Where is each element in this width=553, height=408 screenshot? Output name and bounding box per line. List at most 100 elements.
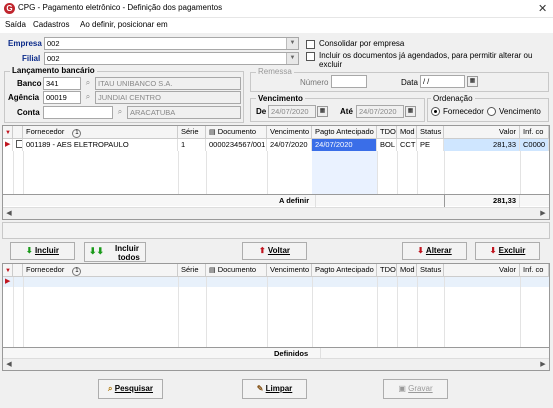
menu-saida[interactable]: Saída — [5, 20, 26, 29]
grid-check-header — [13, 264, 23, 277]
incluir-button[interactable]: ⬇ Incluir — [10, 242, 75, 260]
window-title: CPG - Pagamento eletrônico - Definição d… — [18, 3, 223, 12]
de-field[interactable]: 24/07/2020 — [268, 105, 316, 118]
pesquisar-button[interactable]: ⌕ Pesquisar — [98, 379, 163, 399]
empresa-label: Empresa — [8, 39, 42, 48]
ordenacao-legend: Ordenação — [431, 94, 475, 103]
search-icon: ⌕ — [108, 384, 113, 393]
col-tdo[interactable]: TDO — [377, 264, 397, 277]
save-icon: ▣ — [398, 384, 406, 393]
remessa-legend: Remessa — [256, 67, 294, 76]
calendar-icon[interactable]: ▦ — [317, 106, 328, 117]
voltar-button[interactable]: ⬆ Voltar — [242, 242, 307, 260]
col-documento[interactable]: ▤ Documento — [206, 264, 267, 277]
col-tdo[interactable]: TDO — [377, 126, 397, 139]
filial-select[interactable]: 002 ▼ — [44, 52, 299, 65]
chevron-down-icon[interactable]: ▼ — [286, 38, 298, 49]
horizontal-scrollbar[interactable]: ◀ ▶ — [3, 207, 549, 219]
scroll-right-icon[interactable]: ▶ — [537, 208, 549, 219]
scroll-left-icon[interactable]: ◀ — [3, 208, 15, 219]
binoculars-icon[interactable]: ⌕ — [82, 77, 94, 89]
double-arrow-down-icon: ⬇⬇ — [89, 246, 105, 256]
app-icon: G — [4, 3, 15, 14]
limpar-button[interactable]: ✎ Limpar — [242, 379, 307, 399]
cell-vencimento: 24/07/2020 — [267, 139, 312, 151]
arrow-up-icon: ⬆ — [258, 246, 266, 255]
ate-field[interactable]: 24/07/2020 — [356, 105, 404, 118]
filial-label: Filial — [22, 54, 41, 63]
col-status[interactable]: Status — [417, 126, 444, 139]
scroll-right-icon[interactable]: ▶ — [537, 359, 549, 370]
close-icon[interactable]: ✕ — [538, 2, 547, 15]
col-documento[interactable]: ▤ Documento — [206, 126, 267, 139]
binoculars-icon[interactable]: ⌕ — [82, 91, 94, 103]
title-bar: G CPG - Pagamento eletrônico - Definição… — [0, 0, 553, 18]
alterar-button[interactable]: ⬇ Alterar — [402, 242, 467, 260]
menu-bar: Saída Cadastros Ao definir, posicionar e… — [0, 18, 553, 33]
arrow-down-icon: ⬇ — [26, 246, 33, 255]
col-serie[interactable]: Série — [178, 264, 206, 277]
scroll-left-icon[interactable]: ◀ — [3, 359, 15, 370]
calendar-icon[interactable]: ▦ — [405, 106, 416, 117]
col-pagto[interactable]: Pagto Antecipado — [312, 126, 377, 139]
cell-pagto[interactable]: 24/07/2020 — [312, 139, 377, 151]
col-fornecedor[interactable]: Fornecedor 1 — [23, 264, 178, 277]
conta-name-field: ARACATUBA — [127, 106, 241, 119]
menu-cadastros[interactable]: Cadastros — [33, 20, 69, 29]
col-pagto[interactable]: Pagto Antecipado — [312, 264, 377, 277]
remessa-group — [250, 72, 549, 92]
data-label: Data — [401, 78, 418, 87]
ate-label: Até — [340, 107, 353, 116]
data-field[interactable]: / / — [420, 75, 465, 88]
menu-ao-definir[interactable]: Ao definir, posicionar em — [80, 20, 168, 29]
calendar-icon[interactable]: ▦ — [467, 76, 478, 87]
incluir-todos-button[interactable]: ⬇⬇ Incluir todos — [84, 242, 146, 262]
incluir-agendados-checkbox[interactable] — [306, 52, 315, 61]
col-mod[interactable]: Mod — [397, 264, 417, 277]
cell-status: PE — [417, 139, 444, 151]
empresa-value: 002 — [47, 39, 60, 48]
cell-valor: 281,33 — [444, 139, 520, 151]
numero-field[interactable] — [331, 75, 367, 88]
gravar-button[interactable]: ▣ Gravar — [383, 379, 448, 399]
grid-check-header — [13, 126, 23, 139]
cell-documento: 0000234567/001 — [206, 139, 267, 151]
chevron-down-icon[interactable]: ▼ — [286, 53, 298, 64]
lancamento-legend: Lançamento bancário — [10, 66, 97, 75]
footer-label: A definir — [276, 195, 316, 207]
excluir-button[interactable]: ⬇ Excluir — [475, 242, 540, 260]
filial-value: 002 — [47, 54, 60, 63]
arrow-down-icon: ⬇ — [489, 246, 497, 255]
col-vencimento[interactable]: Vencimento — [267, 264, 312, 277]
ordenacao-vencimento-radio[interactable] — [487, 107, 496, 116]
binoculars-icon[interactable]: ⌕ — [114, 106, 126, 118]
grid-footer: A definir 281,33 — [3, 194, 549, 207]
horizontal-scrollbar[interactable]: ◀ ▶ — [3, 358, 549, 370]
col-fornecedor[interactable]: Fornecedor 1 — [23, 126, 178, 139]
col-serie[interactable]: Série — [178, 126, 206, 139]
empresa-select[interactable]: 002 ▼ — [44, 37, 299, 50]
row-checkbox-cell[interactable] — [13, 139, 23, 151]
grid-definidos[interactable]: ▼ Fornecedor 1 Série ▤ Documento Vencime… — [2, 263, 550, 371]
col-valor[interactable]: Valor — [444, 126, 520, 139]
empty-row[interactable]: ▶ — [3, 277, 549, 287]
conta-field[interactable] — [43, 106, 113, 119]
footer-total: 281,33 — [444, 195, 520, 207]
col-inf[interactable]: Inf. co — [520, 126, 549, 139]
col-status[interactable]: Status — [417, 264, 444, 277]
de-label: De — [256, 107, 267, 116]
col-mod[interactable]: Mod — [397, 126, 417, 139]
grid-a-definir[interactable]: ▼ Fornecedor 1 Série ▤ Documento Vencime… — [2, 125, 550, 220]
grid-indicator-header: ▼ — [3, 126, 13, 139]
agencia-code-field[interactable]: 00019 — [43, 91, 81, 104]
document-icon: ▤ — [209, 267, 216, 274]
ordenacao-fornecedor-radio[interactable] — [431, 107, 440, 116]
col-vencimento[interactable]: Vencimento — [267, 126, 312, 139]
banco-code-field[interactable]: 341 — [43, 77, 81, 90]
col-valor[interactable]: Valor — [444, 264, 520, 277]
col-inf[interactable]: Inf. co — [520, 264, 549, 277]
broom-icon: ✎ — [256, 384, 264, 393]
consolidar-checkbox[interactable] — [306, 40, 315, 49]
table-row[interactable]: ▶ 001189 - AES ELETROPAULO 1 0000234567/… — [3, 139, 549, 151]
splitter — [2, 222, 550, 239]
